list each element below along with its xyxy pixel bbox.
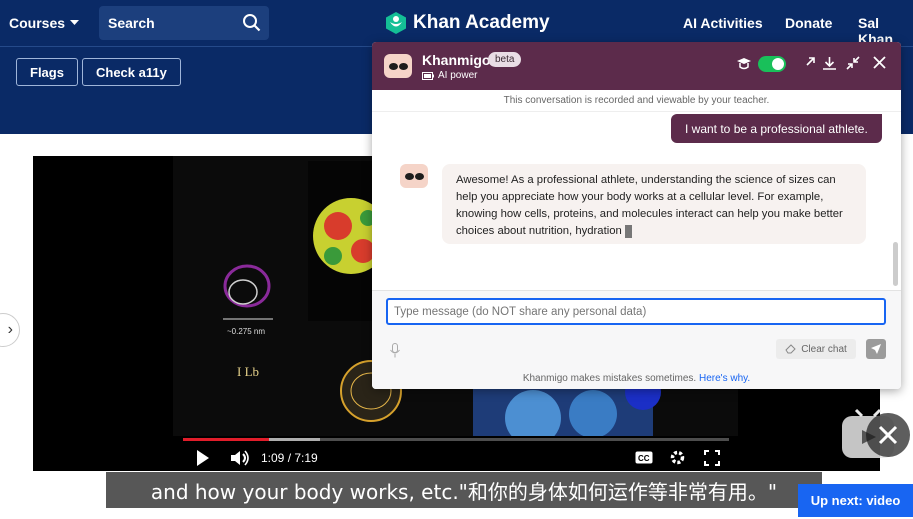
chevron-down-icon: [70, 20, 80, 25]
clear-chat-button[interactable]: Clear chat: [776, 339, 856, 359]
download-icon[interactable]: [822, 56, 837, 71]
captions-icon[interactable]: CC: [635, 451, 653, 464]
check-a11y-button[interactable]: Check a11y: [82, 58, 181, 86]
courses-menu[interactable]: Courses: [9, 15, 80, 31]
bilibili-tv-icon[interactable]: [842, 408, 912, 460]
teacher-hat-icon: [737, 58, 751, 70]
video-subtitle: and how your body works, etc."和你的身体如何运作等…: [106, 472, 822, 508]
khanmigo-bot-avatar: [400, 164, 428, 188]
beta-badge: beta: [488, 52, 522, 67]
chat-scrollbar[interactable]: [893, 242, 898, 286]
svg-text:CC: CC: [638, 454, 650, 463]
courses-label: Courses: [9, 15, 66, 31]
bot-message-text: Awesome! As a professional athlete, unde…: [456, 174, 843, 237]
user-message: I want to be a professional athlete.: [671, 114, 882, 143]
message-input[interactable]: [386, 298, 886, 325]
bot-message: Awesome! As a professional athlete, unde…: [442, 164, 866, 244]
nav-donate[interactable]: Donate: [785, 15, 832, 31]
teacher-mode-toggle[interactable]: [758, 56, 786, 72]
up-next-button[interactable]: Up next: video: [798, 484, 913, 517]
svg-text:~0.275 nm: ~0.275 nm: [227, 327, 265, 336]
clear-chat-label: Clear chat: [801, 343, 847, 355]
collapse-icon[interactable]: [846, 56, 860, 70]
recording-notice: This conversation is recorded and viewab…: [372, 90, 901, 112]
svg-text:I Lb: I Lb: [237, 364, 259, 379]
flags-button[interactable]: Flags: [16, 58, 78, 86]
ai-power-label: AI power: [438, 70, 478, 81]
send-button[interactable]: [866, 339, 886, 359]
microphone-icon[interactable]: [390, 343, 400, 358]
volume-icon[interactable]: [230, 450, 250, 466]
search-label: Search: [108, 15, 155, 31]
settings-gear-icon[interactable]: [669, 449, 686, 466]
send-icon: [871, 344, 881, 354]
search-box[interactable]: Search: [99, 6, 269, 40]
brand-logo[interactable]: Khan Academy: [385, 11, 550, 35]
typing-cursor: [624, 224, 632, 238]
khan-leaf-icon: [386, 12, 406, 34]
khanmigo-panel: Khanmigo beta AI power This conversation…: [372, 42, 901, 389]
khanmigo-avatar: [384, 54, 412, 78]
khanmigo-header: Khanmigo beta AI power: [372, 42, 901, 90]
expand-arrow-icon[interactable]: [804, 56, 816, 68]
fullscreen-icon[interactable]: [704, 450, 720, 466]
nav-ai-activities[interactable]: AI Activities: [683, 15, 763, 31]
ai-power-indicator: AI power: [422, 70, 477, 81]
video-time: 1:09 / 7:19: [261, 451, 318, 465]
search-icon[interactable]: [242, 13, 261, 32]
top-nav: Courses Search Khan Academy AI Activitie…: [0, 0, 913, 47]
khanmigo-title: Khanmigo: [422, 52, 491, 68]
brand-name: Khan Academy: [413, 12, 550, 33]
battery-icon: [422, 71, 434, 80]
disclaimer-link[interactable]: Here's why.: [699, 373, 750, 384]
chat-composer: Clear chat Khanmigo makes mistakes somet…: [372, 290, 901, 389]
disclaimer-text: Khanmigo makes mistakes sometimes.: [522, 373, 697, 384]
play-icon[interactable]: [196, 450, 210, 466]
progress-played: [183, 438, 269, 441]
previous-arrow-icon[interactable]: ›: [0, 313, 20, 347]
disclaimer: Khanmigo makes mistakes sometimes. Here'…: [372, 373, 901, 384]
close-icon[interactable]: [873, 56, 886, 69]
eraser-icon: [785, 344, 796, 354]
